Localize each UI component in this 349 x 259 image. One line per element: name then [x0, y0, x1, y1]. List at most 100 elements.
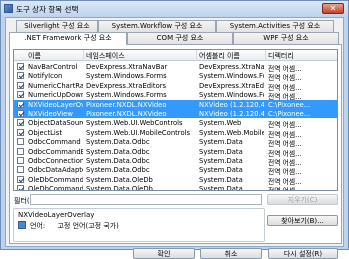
row-name: NotifyIcon [28, 72, 63, 81]
row-namespace: Pixoneer.NXDL.NXVideo [86, 109, 167, 118]
row-checkbox[interactable] [17, 147, 24, 155]
column-header-assembly[interactable]: 어셈블리 이름 [199, 51, 240, 61]
row-assembly: System.Windows.For... [199, 72, 264, 81]
language-value: 고정 언어(고정 국가) [57, 222, 119, 230]
row-checkbox[interactable] [17, 109, 24, 117]
tab-net-framework[interactable]: .NET Framework 구성 요소 [9, 32, 127, 45]
row-checkbox[interactable] [17, 81, 24, 89]
row-assembly: System.Data [199, 166, 243, 175]
tab-com[interactable]: COM 구성 요소 [127, 32, 233, 44]
filter-input[interactable] [30, 194, 262, 205]
clear-button[interactable]: 지우기(C) [267, 194, 338, 205]
row-namespace: System.Web.UI.WebControls [86, 119, 183, 128]
table-row[interactable]: OleDbCommand System.Data.OleDb System.Data… [14, 175, 337, 186]
row-namespace: System.Windows.Forms [86, 91, 167, 100]
row-namespace: System.Data.OleDb [86, 175, 153, 184]
row-checkbox[interactable] [17, 63, 24, 70]
row-namespace: System.Data.Odbc [86, 147, 150, 156]
tab-system-workflow[interactable]: System.Workflow 구성 요소 [98, 20, 216, 32]
row-assembly: System.Web [199, 119, 242, 128]
row-checkbox[interactable] [17, 119, 24, 127]
row-checkbox[interactable] [17, 138, 24, 146]
browse-button[interactable]: 찾아보기(B)... [267, 215, 338, 226]
table-row[interactable]: NXVideoLayerOverlayPixoneer.NXDL.NXVideo… [14, 99, 337, 109]
selected-item-details: NXVideoLayerOverlay 언어: 고정 언어(고정 국가) [13, 208, 265, 242]
choose-toolbox-items-window: 도구 상자 항목 선택 ✕ Silverlight 구성 요소 System.W… [0, 0, 349, 259]
row-name: OdbcCommand [28, 138, 81, 147]
row-directory: 전역 어셈... [268, 185, 336, 190]
tab-panel-net-framework: 이름 네임스페이스 어셈블리 이름 디렉터리 NavBarControl DevE… [9, 44, 342, 244]
row-checkbox[interactable] [17, 128, 24, 136]
column-header-name[interactable]: 이름 [28, 51, 41, 61]
title-bar: 도구 상자 항목 선택 ✕ [1, 1, 348, 16]
row-assembly: System.Windows.For... [199, 91, 264, 100]
row-name: OdbcDataAdapter [28, 166, 83, 175]
table-row[interactable]: OdbcConnection System.Data.Odbc System.Dat… [14, 156, 337, 167]
column-divider[interactable] [265, 50, 266, 61]
row-name: OdbcConnection [28, 156, 83, 165]
table-row[interactable]: NotifyIcon System.Windows.Forms System.Win… [14, 71, 337, 82]
column-divider[interactable] [83, 50, 84, 61]
row-assembly: System.Data [199, 175, 243, 184]
row-checkbox[interactable] [17, 166, 24, 174]
row-checkbox[interactable] [17, 175, 24, 183]
components-grid[interactable]: 이름 네임스페이스 어셈블리 이름 디렉터리 NavBarControl DevE… [13, 49, 338, 191]
row-assembly: System.Data [199, 185, 243, 191]
row-checkbox[interactable] [17, 185, 24, 190]
tab-row-back: Silverlight 구성 요소 System.Workflow 구성 요소 … [6, 20, 345, 32]
row-assembly: System.Data [199, 138, 243, 147]
column-divider[interactable] [196, 50, 197, 61]
tab-system-activities[interactable]: System.Activities 구성 요소 [216, 20, 334, 32]
table-row[interactable]: NavBarControl DevExpress.XtraNavBar DevExp… [14, 62, 337, 73]
row-name: OdbcCommandBuil... [28, 147, 83, 156]
row-assembly: NXVideo (1.2.120.42) [199, 109, 264, 118]
row-name: OleDbCommand [28, 175, 83, 184]
row-assembly: NXVideo (1.2.120.42) [199, 100, 264, 109]
row-namespace: Pixoneer.NXDL.NXVideo [86, 100, 167, 109]
column-header-directory[interactable]: 디렉터리 [268, 51, 294, 61]
row-checkbox[interactable] [17, 100, 24, 108]
table-row[interactable]: NumericChartRange...DevExpress.XtraEdito… [14, 81, 337, 92]
tab-wpf[interactable]: WPF 구성 요소 [233, 32, 339, 44]
app-icon [4, 4, 13, 13]
row-namespace: DevExpress.XtraNavBar [86, 63, 168, 71]
row-assembly: System.Web.Mobile [199, 128, 264, 137]
table-row[interactable]: NumericUpDown System.Windows.Forms System.… [14, 90, 337, 101]
row-namespace: System.Data.Odbc [86, 156, 150, 165]
table-row[interactable]: OdbcCommand System.Data.Odbc System.Data 전역… [14, 137, 337, 148]
table-row[interactable]: OleDbCommandBu...System.Data.OleDb System… [14, 184, 337, 191]
row-name: ObjectList [28, 128, 63, 137]
language-row: 언어: 고정 언어(고정 국가) [30, 221, 119, 231]
window-title: 도구 상자 항목 선택 [16, 5, 79, 14]
row-checkbox[interactable] [17, 72, 24, 80]
component-icon [18, 221, 26, 229]
row-namespace: System.Web.UI.MobileControls [86, 128, 191, 137]
row-namespace: System.Data.OleDb [86, 185, 153, 191]
table-row[interactable]: ObjectDataSourceSystem.Web.UI.WebControl… [14, 118, 337, 129]
row-namespace: System.Data.Odbc [86, 166, 150, 175]
table-row[interactable]: ObjectList System.Web.UI.MobileControls Sy… [14, 128, 337, 139]
row-name: NXVideoView [28, 109, 73, 118]
selected-item-name: NXVideoLayerOverlay [18, 211, 95, 219]
row-directory: C:\Pixonee... [268, 109, 311, 118]
tab-silverlight[interactable]: Silverlight 구성 요소 [16, 20, 98, 32]
row-name: NavBarControl [28, 63, 78, 71]
language-label: 언어: [30, 222, 46, 230]
row-name: OleDbCommandBu... [28, 185, 83, 191]
column-header-namespace[interactable]: 네임스페이스 [86, 51, 125, 61]
table-row[interactable]: NXVideoView Pixoneer.NXDL.NXVideo NXVideo … [14, 108, 337, 119]
row-checkbox[interactable] [17, 91, 24, 99]
close-button[interactable]: ✕ [322, 3, 344, 14]
table-row[interactable]: OdbcDataAdapter System.Data.Odbc System.Da… [14, 165, 337, 176]
dialog-client: Silverlight 구성 요소 System.Workflow 구성 요소 … [5, 17, 345, 259]
row-assembly: System.Data [199, 156, 243, 165]
row-namespace: DevExpress.XtraEditors [86, 81, 167, 90]
tab-row-front: .NET Framework 구성 요소 COM 구성 요소 WPF 구성 요소 [6, 32, 345, 45]
grid-rows: NavBarControl DevExpress.XtraNavBar DevExp… [14, 62, 337, 191]
row-checkbox[interactable] [17, 156, 24, 164]
row-assembly: System.Data [199, 147, 243, 156]
table-row[interactable]: OdbcCommandBuil...System.Data.Odbc System… [14, 147, 337, 158]
row-namespace: System.Data.Odbc [86, 138, 150, 147]
row-namespace: System.Windows.Forms [86, 72, 167, 81]
row-directory: C:\Pixonee... [268, 100, 311, 109]
